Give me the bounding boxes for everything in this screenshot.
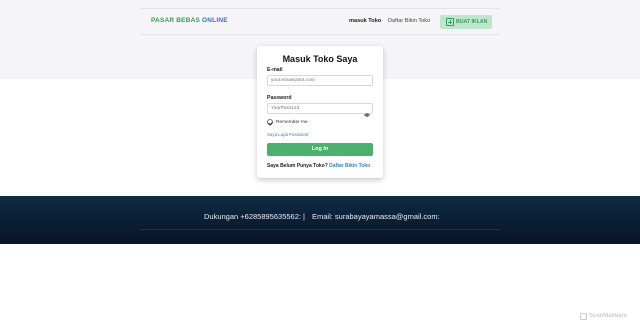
- buat-iklan-label: BUAT IKLAN: [456, 19, 488, 25]
- buat-iklan-button[interactable]: BUAT IKLAN: [440, 15, 492, 29]
- password-field[interactable]: [267, 103, 373, 114]
- register-prompt-text: Saya Belum Punya Toko?: [267, 163, 328, 169]
- page: PASAR BEBAS ONLINE masuk Toko Daftar Bik…: [0, 0, 640, 331]
- nav-daftar-toko-link[interactable]: Daftar Bikin Toko: [388, 18, 430, 24]
- register-prompt: Saya Belum Punya Toko? Daftar Bikin Toko: [267, 163, 370, 169]
- footer-email: Email: surabayayamassa@gmail.com:: [312, 212, 440, 221]
- footer: Dukungan +6285895635562: | Email: suraba…: [0, 196, 640, 244]
- remember-me-checkbox[interactable]: Remember me: [267, 119, 327, 127]
- login-title: Masuk Toko Saya: [282, 54, 358, 64]
- logo-text-secondary: ONLINE: [200, 17, 228, 24]
- navbar: PASAR BEBAS ONLINE masuk Toko Daftar Bik…: [140, 8, 500, 35]
- login-button[interactable]: Log In: [267, 143, 373, 156]
- footer-phone: Dukungan +6285895635562:: [204, 212, 301, 221]
- plus-square-icon: [446, 18, 454, 26]
- scan-icon: [580, 313, 587, 320]
- watermark-text: ScanMalware: [589, 313, 628, 319]
- footer-divider: [140, 229, 500, 230]
- remember-me-label: Remember me: [276, 119, 308, 125]
- footer-separator: |: [303, 212, 305, 221]
- watermark: ScanMalware: [580, 312, 636, 322]
- check-circle-icon: [267, 119, 273, 125]
- forgot-password-link[interactable]: Saya Lupa Password: [267, 132, 309, 137]
- email-field[interactable]: [267, 75, 373, 86]
- eye-icon-graphic: [364, 113, 370, 117]
- eye-icon[interactable]: [364, 105, 370, 117]
- password-label: Password: [267, 95, 292, 101]
- email-label: E-mail: [267, 67, 283, 73]
- logo-text-primary: PASAR BEBAS: [151, 17, 201, 24]
- site-logo[interactable]: PASAR BEBAS ONLINE: [151, 17, 228, 24]
- login-card: Masuk Toko Saya E-mail Password Remember…: [257, 46, 383, 178]
- nav-masuk-toko-link[interactable]: masuk Toko: [349, 18, 381, 24]
- register-link[interactable]: Daftar Bikin Toko: [329, 163, 370, 169]
